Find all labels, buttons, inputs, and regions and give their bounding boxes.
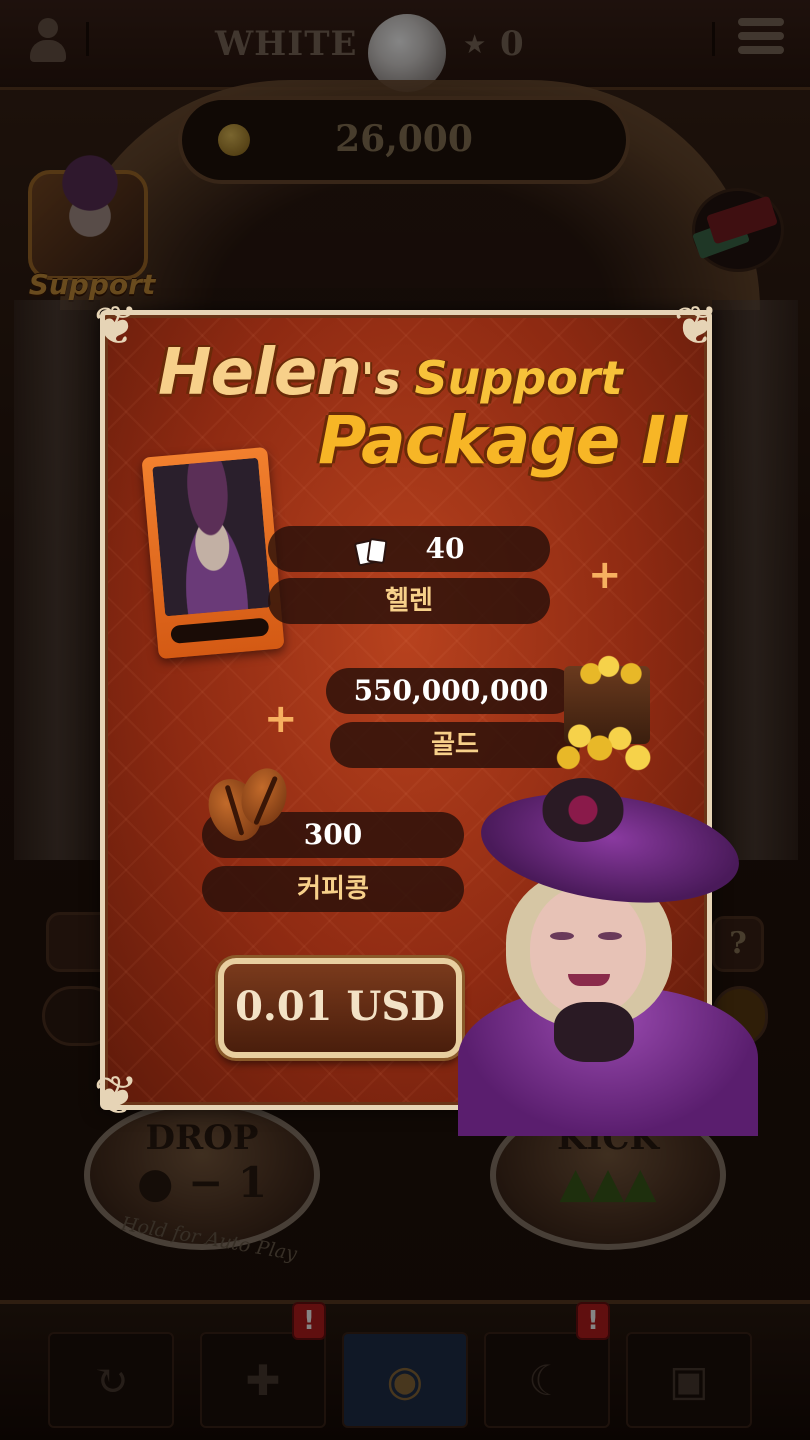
title-name: Helen bbox=[158, 336, 362, 410]
card-count-pill: 40 bbox=[268, 526, 550, 572]
title-support: Support bbox=[414, 351, 623, 405]
card-count: 40 bbox=[425, 532, 465, 565]
gold-amount-pill: 550,000,000 bbox=[326, 668, 576, 714]
helen-portrait bbox=[458, 774, 758, 1136]
ornament-icon: ❦ bbox=[673, 294, 719, 357]
helen-card-art bbox=[152, 457, 271, 617]
buy-button[interactable]: 0.01 USD bbox=[218, 958, 462, 1058]
plus-icon: + bbox=[588, 552, 622, 598]
title-possessive: 's bbox=[360, 354, 401, 405]
ornament-icon: ❦ bbox=[93, 294, 139, 357]
helen-card bbox=[141, 446, 285, 660]
cards-icon bbox=[353, 537, 388, 567]
plus-icon: + bbox=[264, 696, 298, 742]
gold-chest-icon bbox=[546, 642, 658, 774]
coffee-bean-icon bbox=[198, 763, 296, 850]
ornament-icon: ❦ bbox=[93, 1064, 139, 1127]
gold-label-pill: 골드 bbox=[330, 722, 580, 768]
package-title: Helen's Support bbox=[158, 336, 623, 410]
card-name-pill: 헬렌 bbox=[268, 578, 550, 624]
title-package: Package II bbox=[318, 402, 689, 479]
support-package-popup: ❦ ❦ ❦ ❦ Helen'sSupport Package II 40 헬렌 … bbox=[92, 296, 758, 1136]
card-name-bar bbox=[170, 617, 270, 644]
coffee-label-pill: 커피콩 bbox=[202, 866, 464, 912]
